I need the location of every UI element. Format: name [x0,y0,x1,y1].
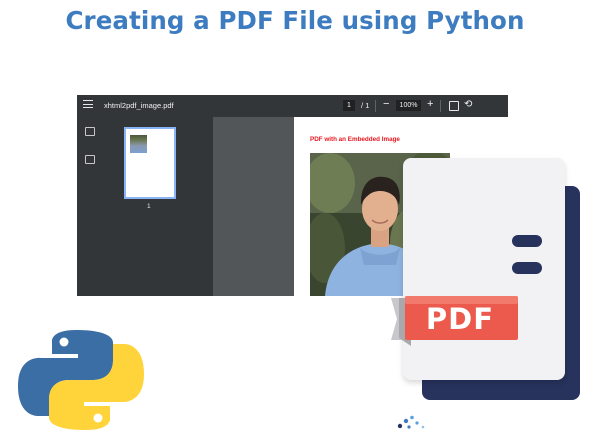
thumbnail-image [130,135,147,153]
doc-line-icon [512,235,542,247]
page-count: / 1 [361,101,370,110]
toolbar-divider [440,100,441,112]
page-title: Creating a PDF File using Python [65,6,525,35]
file-name: xhtml2pdf_image.pdf [104,101,174,110]
fit-page-icon[interactable] [449,101,459,111]
toolbar-divider [375,100,376,112]
viewer-toolbar: xhtml2pdf_image.pdf 1 / 1 − 100% + ⟲ [77,95,508,117]
rotate-icon[interactable]: ⟲ [464,99,472,110]
doc-line-icon [512,262,542,274]
python-logo-icon [18,330,144,430]
thumbnails-icon[interactable] [85,127,95,136]
page-number-input[interactable]: 1 [343,100,355,111]
menu-icon[interactable] [83,100,93,111]
zoom-out-button[interactable]: − [383,98,389,110]
page-thumbnail[interactable] [124,127,176,199]
brand-dots-icon [397,415,425,429]
document-heading: PDF with an Embedded Image [310,136,400,143]
thumbnail-page-number: 1 [147,203,151,210]
outline-icon[interactable] [85,155,95,164]
zoom-in-button[interactable]: + [427,98,433,110]
pdf-label: PDF [425,302,495,336]
zoom-level-input[interactable]: 100% [396,100,421,111]
sidebar-icons [77,117,101,296]
